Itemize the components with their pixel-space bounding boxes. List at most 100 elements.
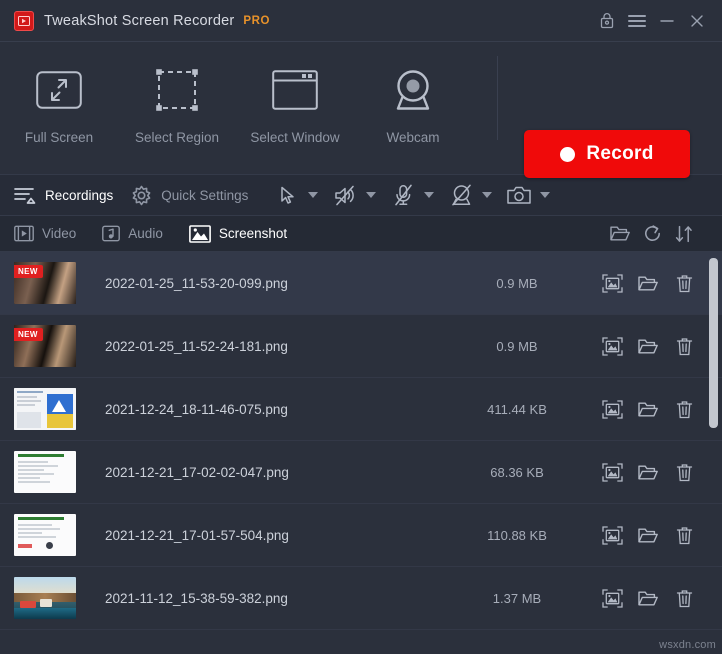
media-type-tabs: Video Audio Screenshot <box>0 216 722 252</box>
table-row[interactable]: 2021-11-12_15-38-59-382.png 1.37 MB <box>0 567 722 630</box>
file-name: 2021-12-21_17-02-02-047.png <box>105 464 289 480</box>
open-folder-icon[interactable] <box>632 268 664 298</box>
camera-icon[interactable] <box>504 180 534 210</box>
table-row[interactable]: 2021-12-21_17-01-57-504.png 110.88 KB <box>0 504 722 567</box>
quick-settings-tab[interactable]: Quick Settings <box>131 185 248 206</box>
open-folder-icon[interactable] <box>632 394 664 424</box>
table-row[interactable]: 2021-12-24_18-11-46-075.png 411.44 KB <box>0 378 722 441</box>
quick-settings-tab-label: Quick Settings <box>161 187 249 203</box>
row-actions <box>592 331 700 361</box>
tool-group-speaker <box>330 180 382 210</box>
delete-icon[interactable] <box>668 331 700 361</box>
chevron-down-icon[interactable] <box>476 180 498 210</box>
thumbnail: NEW <box>14 262 76 304</box>
select-window-icon <box>272 62 318 118</box>
chevron-down-icon[interactable] <box>418 180 440 210</box>
file-size: 1.37 MB <box>492 590 542 606</box>
row-actions <box>592 520 700 550</box>
preview-image-icon[interactable] <box>596 331 628 361</box>
thumbnail: NEW <box>14 325 76 367</box>
delete-icon[interactable] <box>668 394 700 424</box>
chevron-down-icon[interactable] <box>302 180 324 210</box>
preview-image-icon[interactable] <box>596 394 628 424</box>
tab-audio[interactable]: Audio <box>102 225 163 242</box>
mode-full-screen[interactable]: Full Screen <box>0 58 118 145</box>
thumbnail <box>14 451 76 493</box>
secondary-toolbar: Recordings Quick Settings <box>0 174 722 216</box>
refresh-icon[interactable] <box>636 219 668 249</box>
hamburger-menu-icon[interactable] <box>622 7 652 35</box>
microphone-muted-icon[interactable] <box>388 180 418 210</box>
toolbar-divider <box>497 56 498 140</box>
tool-group-webcam <box>446 180 498 210</box>
file-name: 2021-12-24_18-11-46-075.png <box>105 401 288 417</box>
chevron-down-icon[interactable] <box>360 180 382 210</box>
preview-image-icon[interactable] <box>596 583 628 613</box>
delete-icon[interactable] <box>668 457 700 487</box>
speaker-muted-icon[interactable] <box>330 180 360 210</box>
preview-image-icon[interactable] <box>596 268 628 298</box>
record-dot-icon <box>560 146 576 162</box>
new-badge: NEW <box>14 328 43 341</box>
tool-group-cursor <box>272 180 324 210</box>
vertical-scrollbar[interactable] <box>709 258 718 648</box>
thumbnail <box>14 514 76 556</box>
file-size: 411.44 KB <box>487 401 547 417</box>
open-folder-icon[interactable] <box>632 457 664 487</box>
open-folder-icon[interactable] <box>632 520 664 550</box>
mode-label: Full Screen <box>24 130 94 145</box>
webcam-off-icon[interactable] <box>446 180 476 210</box>
tweakshot-logo-icon <box>14 10 34 31</box>
scrollbar-thumb[interactable] <box>709 258 718 428</box>
table-row[interactable]: NEW 2022-01-25_11-53-20-099.png 0.9 MB <box>0 252 722 315</box>
tweakshot-window: TweakShot Screen Recorder PRO Full Scree… <box>0 0 722 654</box>
audio-note-icon <box>102 225 121 242</box>
recordings-tab-label: Recordings <box>45 187 114 203</box>
row-actions <box>592 457 700 487</box>
minimize-icon[interactable] <box>652 7 682 35</box>
file-name: 2022-01-25_11-53-20-099.png <box>105 275 288 291</box>
lock-icon[interactable] <box>592 7 622 35</box>
file-size: 68.36 KB <box>490 464 544 480</box>
tool-group-microphone <box>388 180 440 210</box>
open-folder-icon[interactable] <box>604 219 636 249</box>
tab-label: Video <box>42 226 77 241</box>
table-row[interactable]: NEW 2022-01-25_11-52-24-181.png 0.9 MB <box>0 315 722 378</box>
mode-label: Webcam <box>386 130 440 145</box>
row-actions <box>592 268 700 298</box>
webcam-icon <box>390 62 436 118</box>
mode-webcam[interactable]: Webcam <box>354 58 472 145</box>
mode-select-region[interactable]: Select Region <box>118 58 236 145</box>
capture-mode-toolbar: Full Screen Select Region Select Window … <box>0 42 722 178</box>
file-size: 0.9 MB <box>496 338 538 354</box>
tab-video[interactable]: Video <box>14 225 76 242</box>
preview-image-icon[interactable] <box>596 520 628 550</box>
preview-image-icon[interactable] <box>596 457 628 487</box>
file-size: 110.88 KB <box>487 527 547 543</box>
title-bar: TweakShot Screen Recorder PRO <box>0 0 722 42</box>
screenshot-list[interactable]: NEW 2022-01-25_11-53-20-099.png 0.9 MB N… <box>0 252 722 654</box>
delete-icon[interactable] <box>668 268 700 298</box>
full-screen-icon <box>36 62 82 118</box>
app-title: TweakShot Screen Recorder <box>44 12 235 29</box>
open-folder-icon[interactable] <box>632 331 664 361</box>
chevron-down-icon[interactable] <box>534 180 556 210</box>
list-toolbar <box>604 219 722 249</box>
recordings-tab[interactable]: Recordings <box>14 185 113 205</box>
delete-icon[interactable] <box>668 583 700 613</box>
row-actions <box>592 583 700 613</box>
close-icon[interactable] <box>682 7 712 35</box>
thumbnail <box>14 388 76 430</box>
table-row[interactable]: 2021-12-21_17-02-02-047.png 68.36 KB <box>0 441 722 504</box>
open-folder-icon[interactable] <box>632 583 664 613</box>
file-name: 2022-01-25_11-52-24-181.png <box>105 338 288 354</box>
mode-label: Select Window <box>250 130 340 145</box>
tab-screenshot[interactable]: Screenshot <box>188 224 287 243</box>
record-button[interactable]: Record <box>524 130 690 178</box>
delete-icon[interactable] <box>668 520 700 550</box>
sort-icon[interactable] <box>668 219 700 249</box>
file-name: 2021-11-12_15-38-59-382.png <box>105 590 288 606</box>
cursor-icon[interactable] <box>272 180 302 210</box>
mode-select-window[interactable]: Select Window <box>236 58 354 145</box>
mode-label: Select Region <box>134 130 220 145</box>
